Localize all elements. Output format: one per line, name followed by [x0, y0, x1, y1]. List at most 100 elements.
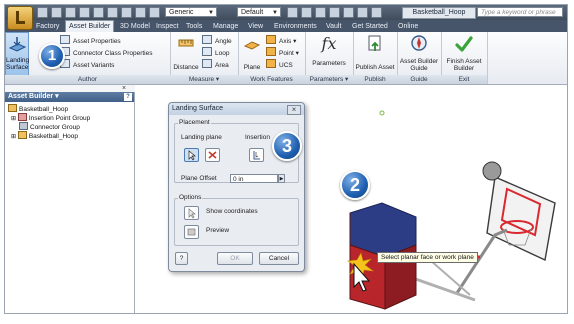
save-icon[interactable] — [65, 7, 76, 18]
select-plane-button[interactable] — [184, 148, 199, 162]
point-button[interactable]: Point ▾ — [266, 47, 299, 58]
plane-offset-input[interactable]: 0 in — [230, 174, 278, 183]
loop-icon — [202, 47, 212, 56]
title-bar: Generic ▼ Default ▼ Basketball_Hoop Type… — [5, 5, 567, 20]
compass-icon — [411, 35, 427, 51]
dialog-title-bar[interactable]: Landing Surface ⨯ — [169, 103, 304, 115]
display-select[interactable]: Default ▼ — [237, 7, 281, 17]
callout-badge-3: 3 — [272, 131, 302, 161]
flip-plane-button[interactable] — [205, 148, 220, 162]
display-select-value: Default — [241, 9, 264, 16]
angle-button[interactable]: Angle — [202, 35, 232, 46]
style-select[interactable]: Generic ▼ — [165, 7, 217, 17]
measure-panel: Distance Angle Loop Area Measure ▾ — [170, 32, 239, 84]
publish-panel: Publish Asset Publish — [353, 32, 398, 84]
tab-tools[interactable]: Tools — [183, 21, 205, 32]
tab-view[interactable]: View — [245, 21, 266, 32]
distance-button[interactable]: Distance — [172, 34, 200, 71]
tab-vault[interactable]: Vault — [323, 21, 344, 32]
area-button[interactable]: Area — [202, 59, 229, 70]
update-icon[interactable] — [121, 7, 132, 18]
browser-title: Asset Builder ▾ — [8, 93, 59, 100]
landing-surface-dialog: Landing Surface ⨯ Placement Landing plan… — [168, 102, 305, 272]
properties-icon — [60, 35, 70, 44]
tab-manage[interactable]: Manage — [210, 21, 241, 32]
select-insertion-button[interactable] — [249, 148, 264, 162]
publish-asset-button[interactable]: Publish Asset — [355, 34, 395, 71]
ucs-button[interactable]: UCS — [266, 59, 293, 70]
expand-icon[interactable]: ⊞ — [11, 134, 16, 140]
search-input[interactable]: Type a keyword or phrase — [477, 7, 563, 17]
redo-icon[interactable] — [93, 7, 104, 18]
measure-panel-footer[interactable]: Measure ▾ — [170, 75, 238, 84]
show-coordinates-toggle[interactable] — [184, 206, 199, 220]
settings-icon[interactable] — [371, 7, 382, 18]
asset-builder-guide-button[interactable]: Asset Builder Guide — [399, 34, 439, 72]
new-icon[interactable] — [37, 7, 48, 18]
parameters-panel-footer[interactable]: Parameters ▾ — [305, 75, 353, 84]
point-label: Point ▾ — [279, 50, 299, 57]
landing-surface-button[interactable]: Landing Surface — [5, 32, 29, 76]
undo-icon[interactable] — [79, 7, 90, 18]
camera-icon[interactable] — [357, 7, 368, 18]
open-icon[interactable] — [51, 7, 62, 18]
parameters-label: Parameters — [312, 60, 346, 67]
asset-variants-button[interactable]: Asset Variants — [60, 59, 114, 70]
work-features-panel-footer: Work Features — [238, 75, 305, 84]
application-menu-button[interactable] — [7, 6, 33, 30]
exit-panel-footer: Exit — [441, 75, 487, 84]
finish-asset-builder-button[interactable]: Finish Asset Builder — [443, 34, 485, 72]
tab-inspect[interactable]: Inspect — [153, 21, 182, 32]
preview-icon — [187, 228, 196, 236]
lighting-icon[interactable] — [343, 7, 354, 18]
publish-panel-footer: Publish — [353, 75, 397, 84]
material-icon[interactable] — [301, 7, 312, 18]
insertion-label: Insertion — [245, 134, 270, 141]
measure-icon[interactable] — [149, 7, 160, 18]
tab-environments[interactable]: Environments — [271, 21, 320, 32]
selection-tooltip: Select planar face or work plane — [377, 252, 478, 263]
loop-label: Loop — [215, 50, 230, 57]
publish-icon — [368, 35, 381, 51]
close-icon[interactable]: ⨯ — [287, 105, 301, 115]
connector-class-properties-label: Connector Class Properties — [73, 50, 153, 57]
ok-button[interactable]: OK — [217, 252, 253, 265]
preview-toggle[interactable] — [184, 225, 199, 239]
group-icon — [17, 113, 27, 121]
author-panel: Landing Surface Asset Properties Connect… — [5, 32, 171, 84]
loop-button[interactable]: Loop — [202, 47, 229, 58]
help-button[interactable]: ? — [175, 252, 188, 265]
axis-label: Axis ▾ — [279, 38, 297, 45]
expand-icon[interactable]: ⊞ — [11, 116, 16, 122]
offset-arrow-icon[interactable]: ▶ — [278, 174, 285, 183]
browser-header[interactable]: Asset Builder ▾ ? — [5, 92, 134, 102]
chevron-down-icon: ▼ — [272, 10, 278, 16]
close-icon[interactable]: × — [122, 85, 126, 92]
asset-builder-guide-label: Asset Builder Guide — [399, 58, 439, 72]
preview-label: Preview — [206, 227, 230, 234]
fx-icon[interactable] — [315, 7, 326, 18]
tab-factory[interactable]: Factory — [33, 21, 62, 32]
ribbon: Landing Surface Asset Properties Connect… — [5, 32, 567, 85]
cancel-button[interactable]: Cancel — [259, 252, 299, 265]
print-icon[interactable] — [135, 7, 146, 18]
tab-get-started[interactable]: Get Started — [349, 21, 391, 32]
tree-item-basketball-hoop[interactable]: ⊞ Basketball_Hoop — [11, 131, 78, 141]
plane-button[interactable]: Plane — [240, 34, 264, 71]
asset-variants-label: Asset Variants — [73, 62, 115, 69]
chevron-down-icon: ▼ — [208, 10, 214, 16]
ruler-icon — [178, 39, 194, 47]
placement-label: Placement — [178, 119, 211, 126]
asset-properties-button[interactable]: Asset Properties — [60, 35, 121, 46]
app-window: Generic ▼ Default ▼ Basketball_Hoop Type… — [4, 4, 568, 314]
help-icon[interactable]: ? — [124, 93, 132, 101]
options-label: Options — [178, 194, 203, 201]
color-icon[interactable] — [287, 7, 298, 18]
connector-class-properties-button[interactable]: Connector Class Properties — [60, 47, 152, 58]
shading-icon[interactable] — [329, 7, 340, 18]
axis-button[interactable]: Axis ▾ — [266, 35, 296, 46]
select-icon[interactable] — [107, 7, 118, 18]
tab-online[interactable]: Online — [395, 21, 421, 32]
tab-3d-model[interactable]: 3D Model — [117, 21, 153, 32]
parameters-button[interactable]: fx Parameters — [309, 34, 349, 67]
